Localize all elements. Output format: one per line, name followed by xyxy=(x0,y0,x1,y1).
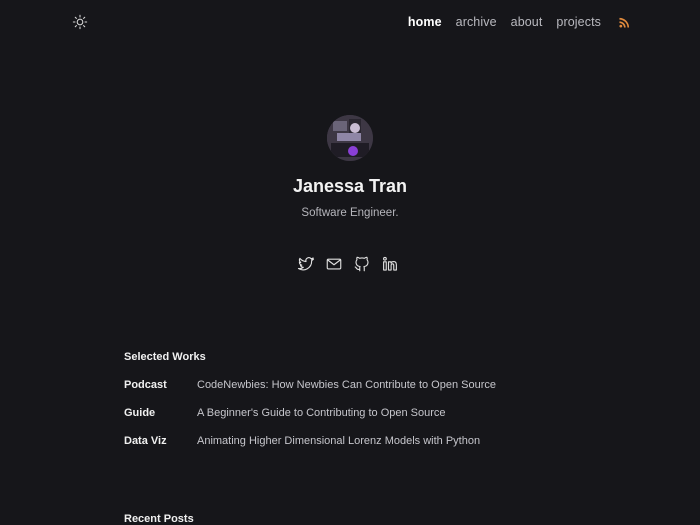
posts-heading: Recent Posts xyxy=(124,513,194,525)
avatar xyxy=(327,115,373,161)
main-nav: home archive about projects xyxy=(408,14,630,30)
works-heading: Selected Works xyxy=(124,351,206,363)
nav-archive[interactable]: archive xyxy=(456,14,497,30)
work-row: Podcast CodeNewbies: How Newbies Can Con… xyxy=(124,377,584,393)
linkedin-icon[interactable] xyxy=(381,255,399,273)
nav-home[interactable]: home xyxy=(408,14,442,30)
github-icon[interactable] xyxy=(353,255,371,273)
work-link[interactable]: CodeNewbies: How Newbies Can Contribute … xyxy=(197,379,496,391)
nav-about[interactable]: about xyxy=(511,14,543,30)
work-category: Podcast xyxy=(124,379,167,391)
work-row: Data Viz Animating Higher Dimensional Lo… xyxy=(124,433,584,449)
twitter-icon[interactable] xyxy=(297,255,315,273)
rss-icon[interactable] xyxy=(618,16,630,28)
sun-icon[interactable] xyxy=(71,13,89,31)
profile-name: Janessa Tran xyxy=(292,176,408,196)
nav-projects[interactable]: projects xyxy=(556,14,601,30)
work-category: Data Viz xyxy=(124,435,167,447)
work-link[interactable]: Animating Higher Dimensional Lorenz Mode… xyxy=(197,435,480,447)
mail-icon[interactable] xyxy=(325,255,343,273)
work-link[interactable]: A Beginner's Guide to Contributing to Op… xyxy=(197,407,446,419)
profile-tagline: Software Engineer. xyxy=(301,207,399,219)
work-row: Guide A Beginner's Guide to Contributing… xyxy=(124,405,584,421)
work-category: Guide xyxy=(124,407,156,419)
page: home archive about projects Janessa Tran… xyxy=(0,0,700,525)
social-links xyxy=(297,255,399,273)
